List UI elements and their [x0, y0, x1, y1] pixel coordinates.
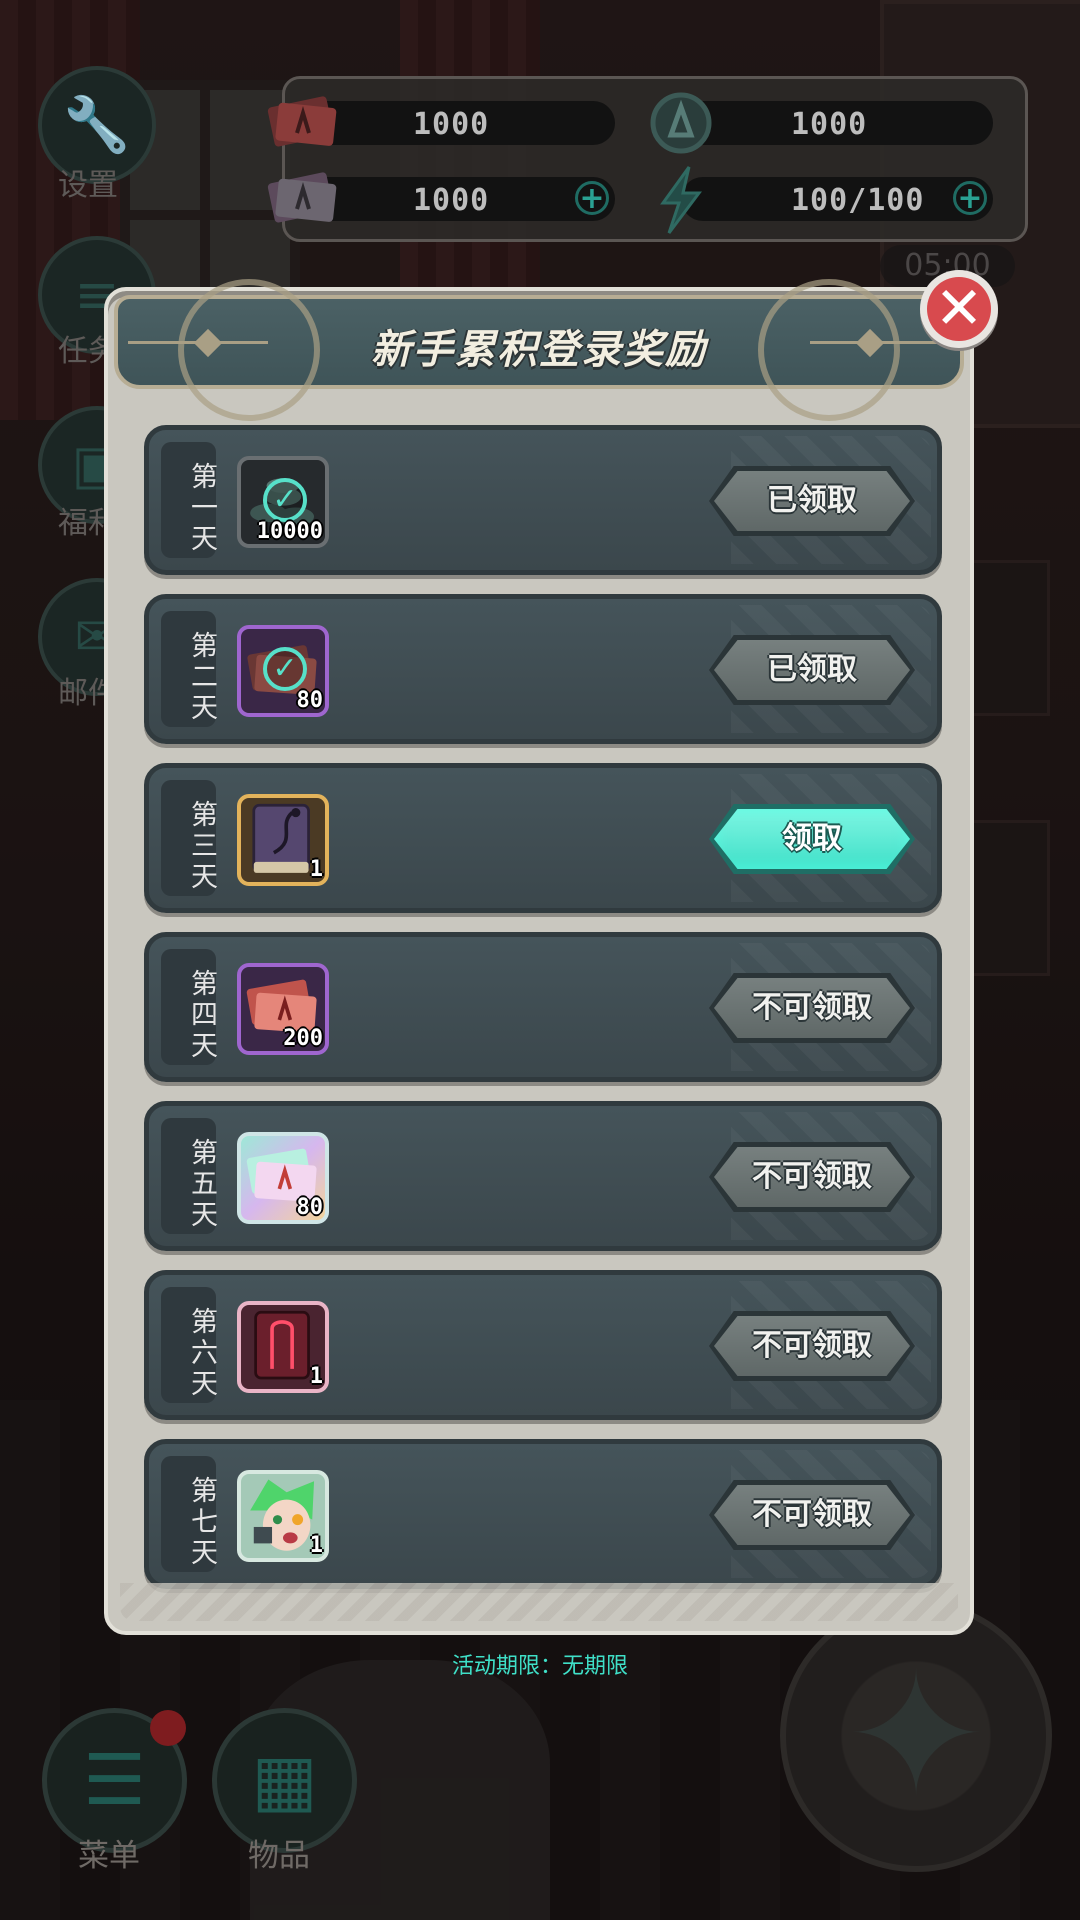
backpack-icon: ▦ [251, 1739, 318, 1821]
claim-status-label: 不可领取 [752, 1159, 872, 1194]
notification-dot [150, 1710, 186, 1746]
add-holo-ticket-button[interactable]: + [575, 181, 609, 215]
red-ticket-icon [267, 96, 337, 147]
unavailable-button[interactable]: 不可领取 [709, 973, 915, 1043]
day-label: 第六天 [161, 1287, 217, 1403]
reward-quantity: 80 [296, 688, 324, 713]
reward-row-day3: 第三天 1 领取 [144, 763, 942, 913]
reward-item[interactable]: ✓ 80 [237, 625, 329, 717]
lightning-icon [660, 166, 702, 234]
day-label: 第一天 [161, 442, 217, 558]
emblem-currency-amount: 1000 [791, 107, 868, 142]
resource-energy: 100/100 + [660, 166, 993, 234]
reward-item[interactable]: 1 [237, 1301, 329, 1393]
red-ticket-amount: 1000 [413, 107, 490, 142]
holo-ticket-amount: 1000 [413, 183, 490, 218]
day-label: 第七天 [161, 1456, 217, 1572]
reward-row-day7: 第七天 1 不可领取 [144, 1439, 942, 1589]
reward-row-day6: 第六天 1 不可领取 [144, 1270, 942, 1420]
claim-status-label: 领取 [782, 821, 842, 856]
dialog-title-bar: 新手累积登录奖励 [114, 279, 964, 421]
reward-item[interactable]: ✓ 10000 [237, 456, 329, 548]
unavailable-button[interactable]: 不可领取 [709, 1142, 915, 1212]
holo-ticket-icon [267, 172, 337, 223]
unavailable-button[interactable]: 不可领取 [709, 1480, 915, 1550]
reward-row-day2: 第二天 ✓ 80 已领取 [144, 594, 942, 744]
reward-item[interactable]: 200 [237, 963, 329, 1055]
claim-status-label: 已领取 [767, 652, 857, 687]
menu-label: 菜单 [78, 1838, 140, 1874]
claim-status-label: 不可领取 [752, 990, 872, 1025]
reward-quantity: 80 [296, 1195, 324, 1220]
day-label: 第三天 [161, 780, 217, 896]
settings-label: 设置 [58, 168, 118, 203]
claim-status-label: 已领取 [767, 483, 857, 518]
compass-button[interactable]: ✦ [780, 1600, 1052, 1872]
claimed-button[interactable]: 已领取 [709, 635, 915, 705]
dialog-title: 新手累积登录奖励 [371, 327, 707, 373]
reward-row-day5: 第五天 80 不可领取 [144, 1101, 942, 1251]
reward-quantity: 1 [309, 857, 323, 882]
claimed-check-icon: ✓ [263, 478, 307, 522]
resource-emblem: 1000 [650, 92, 993, 154]
login-reward-dialog: 新手累积登录奖励 第一天 ✓ 10000 已领取 第二天 ✓ 80 已领取 第三… [104, 279, 974, 1635]
claimed-button[interactable]: 已领取 [709, 466, 915, 536]
reward-item[interactable]: 1 [237, 1470, 329, 1562]
reward-quantity: 1 [309, 1364, 323, 1389]
reward-quantity: 200 [283, 1026, 323, 1051]
emblem-currency-icon [650, 92, 712, 154]
claim-status-label: 不可领取 [752, 1497, 872, 1532]
reward-quantity: 1 [309, 1533, 323, 1558]
day-label: 第二天 [161, 611, 217, 727]
resource-red-ticket: 1000 [267, 96, 615, 147]
reward-item[interactable]: 80 [237, 1132, 329, 1224]
reward-row-day1: 第一天 ✓ 10000 已领取 [144, 425, 942, 575]
claimed-check-icon: ✓ [263, 647, 307, 691]
reward-quantity: 10000 [256, 519, 323, 544]
dialog-bottom-pattern [120, 1583, 958, 1621]
reward-item[interactable]: 1 [237, 794, 329, 886]
energy-amount: 100/100 [791, 183, 925, 218]
reward-row-day4: 第四天 200 不可领取 [144, 932, 942, 1082]
day-label: 第四天 [161, 949, 217, 1065]
claim-status-label: 不可领取 [752, 1328, 872, 1363]
add-energy-button[interactable]: + [953, 181, 987, 215]
resource-holo-ticket: 1000 + [267, 172, 615, 223]
items-label: 物品 [248, 1838, 310, 1874]
day-label: 第五天 [161, 1118, 217, 1234]
close-icon: ✕ [927, 277, 991, 341]
event-duration-text: 活动期限：无期限 [451, 1654, 628, 1679]
unavailable-button[interactable]: 不可领取 [709, 1311, 915, 1381]
resource-panel: 1000 1000 1000 + 100/100 + [267, 76, 1028, 242]
claim-button[interactable]: 领取 [709, 804, 915, 874]
compass-star-icon: ✦ [844, 1637, 988, 1835]
close-button[interactable]: ✕ [920, 270, 998, 348]
